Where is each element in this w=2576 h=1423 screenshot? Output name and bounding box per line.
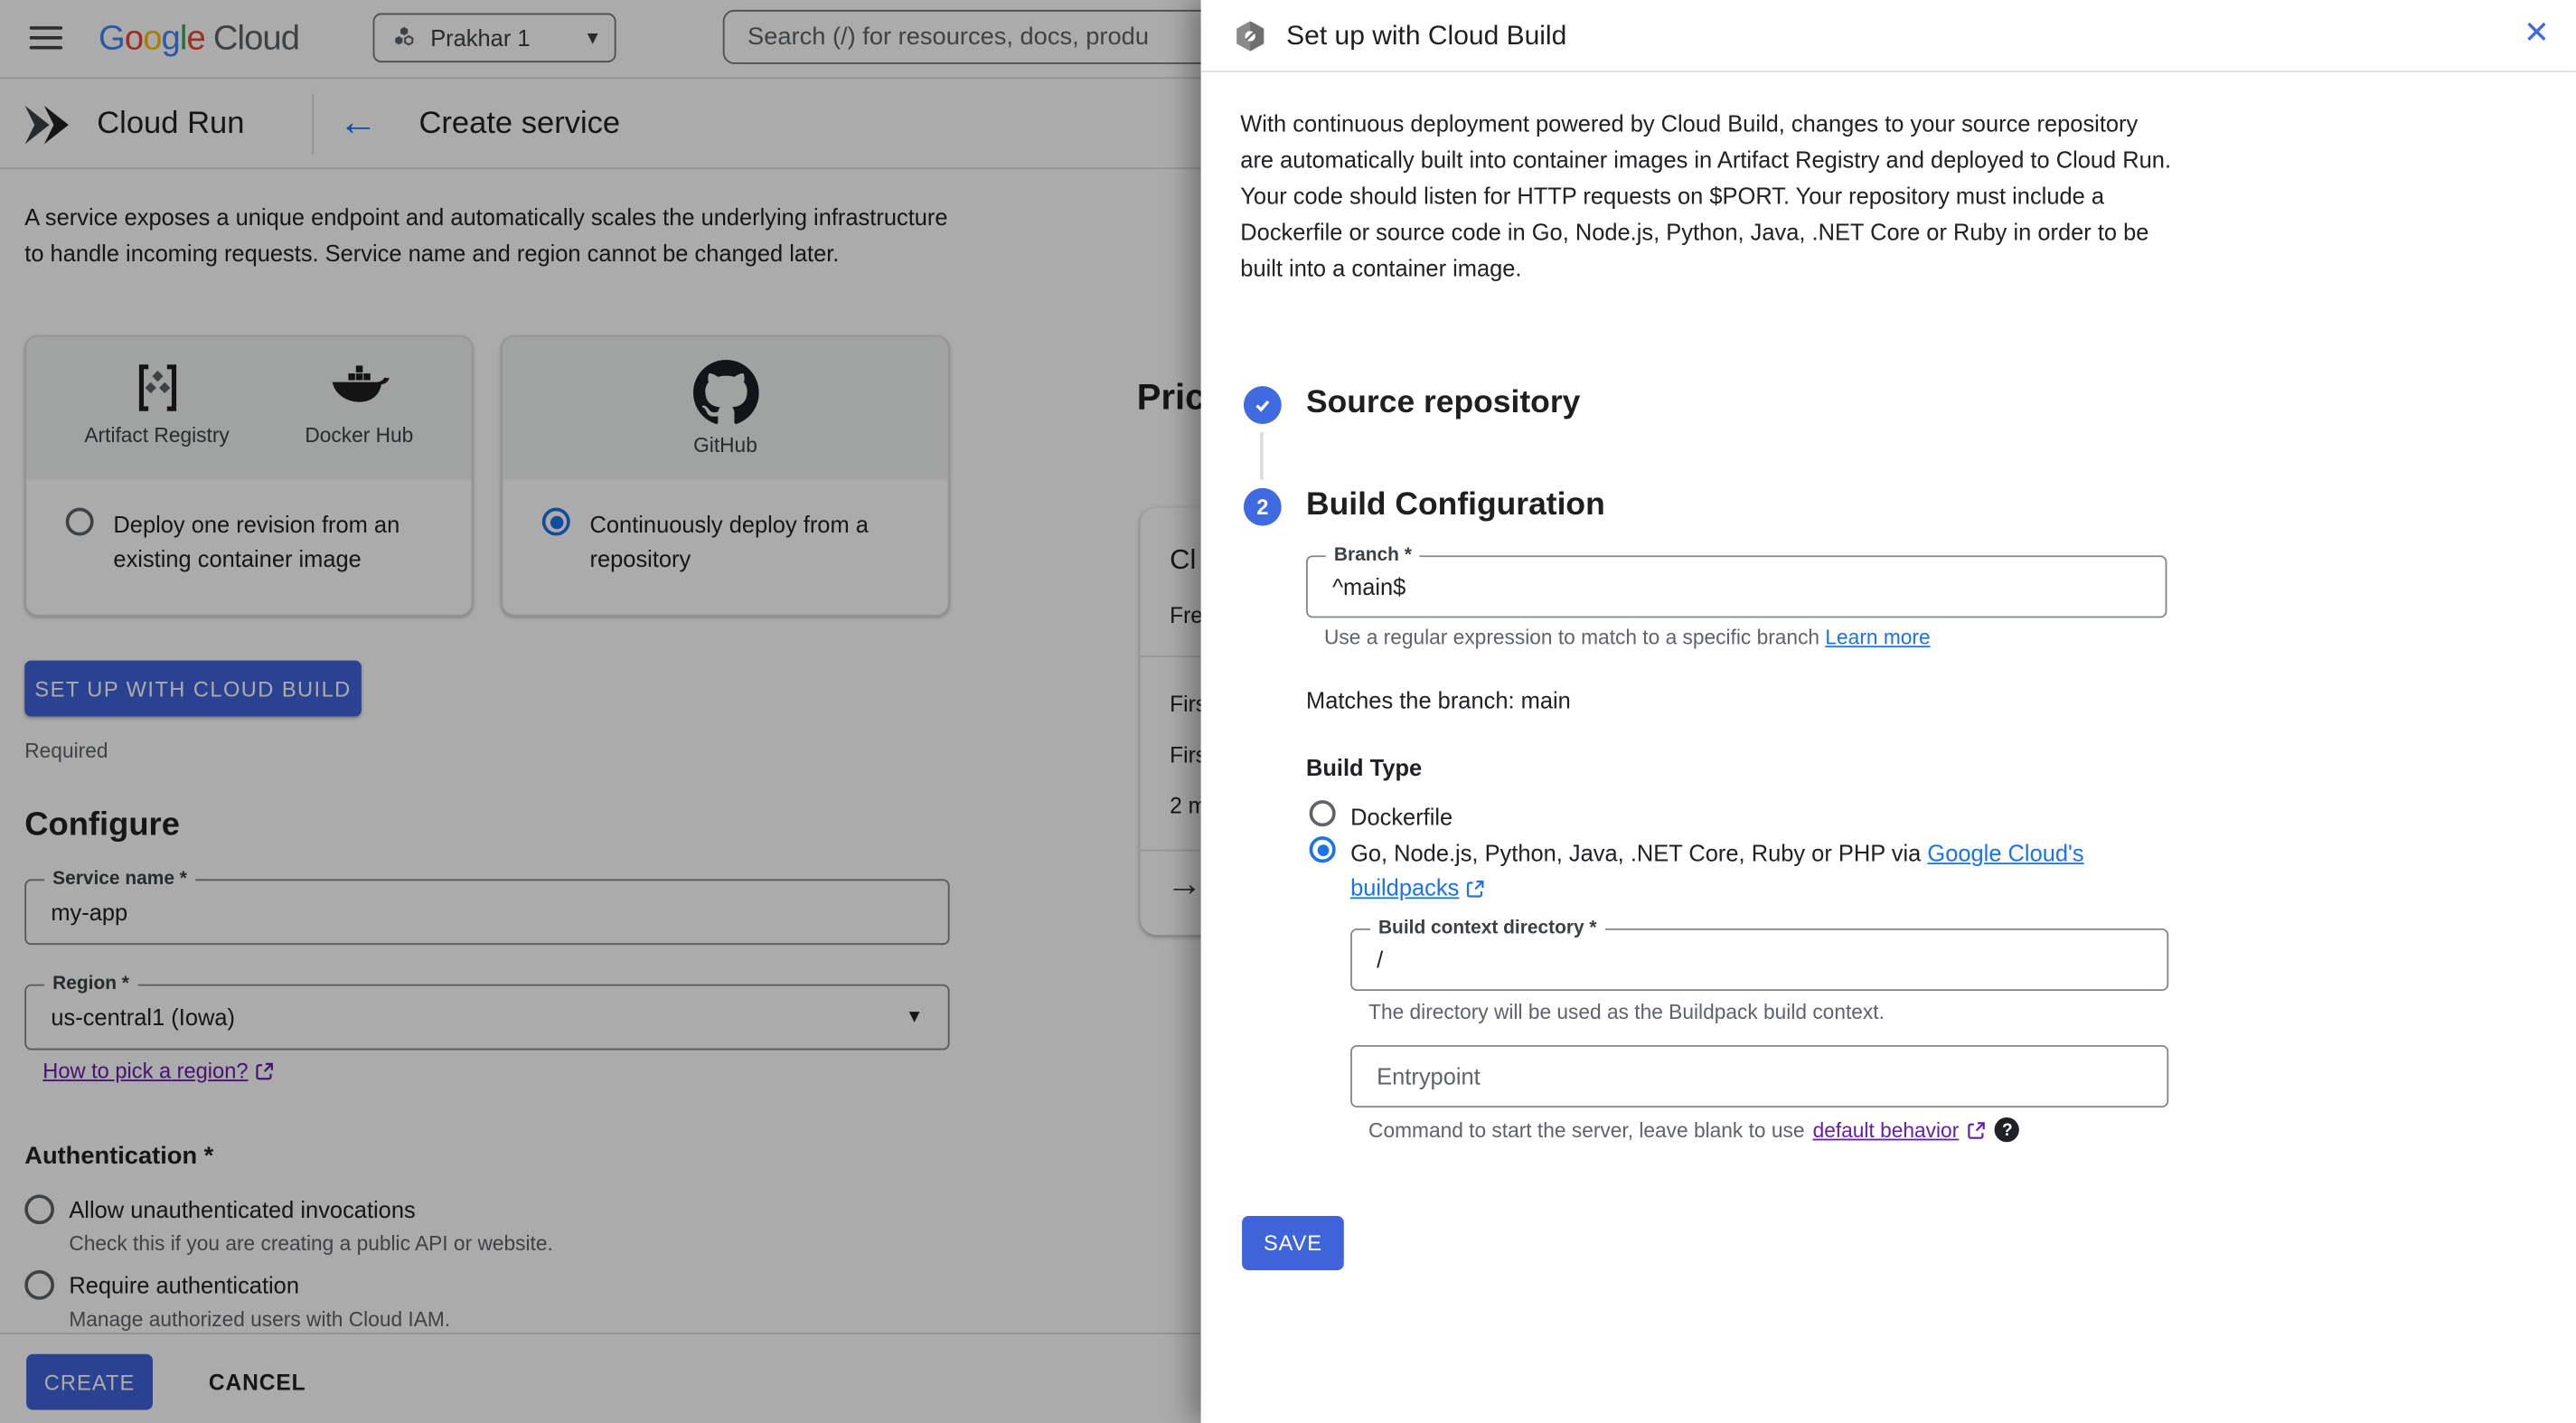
dockerfile-label: Dockerfile bbox=[1350, 803, 1453, 830]
branch-match-note: Matches the branch: main bbox=[1305, 686, 1571, 713]
step1-check-circle[interactable] bbox=[1243, 386, 1282, 424]
panel-header: Set up with Cloud Build ✕ bbox=[1200, 0, 2576, 72]
buildpacks-option[interactable]: Go, Node.js, Python, Java, .NET Core, Ru… bbox=[1309, 836, 2084, 871]
step2-number-circle[interactable]: 2 bbox=[1243, 487, 1282, 526]
panel-title: Set up with Cloud Build bbox=[1286, 21, 1567, 52]
branch-helper-text: Use a regular expression to match to a s… bbox=[1323, 626, 1820, 649]
buildpacks-label: Go, Node.js, Python, Java, .NET Core, Ru… bbox=[1350, 836, 2084, 871]
step1-title: Source repository bbox=[1305, 384, 1581, 421]
save-button[interactable]: SAVE bbox=[1242, 1216, 1344, 1271]
help-icon[interactable]: ? bbox=[1995, 1117, 2020, 1143]
learn-more-link[interactable]: Learn more bbox=[1825, 627, 1930, 649]
buildpacks-link[interactable]: Google Cloud's bbox=[1927, 840, 2083, 866]
close-icon[interactable]: ✕ bbox=[2524, 0, 2550, 72]
entrypoint-helper-text: Command to start the server, leave blank… bbox=[1368, 1117, 1805, 1142]
buildpacks-radio[interactable] bbox=[1309, 836, 1336, 863]
branch-helper: Use a regular expression to match to a s… bbox=[1324, 627, 1931, 649]
cloud-build-icon bbox=[1236, 21, 1264, 52]
external-link-icon bbox=[1467, 880, 1484, 897]
entrypoint-helper: Command to start the server, leave blank… bbox=[1368, 1117, 2020, 1143]
panel-description-p2: Your code should listen for HTTP request… bbox=[1240, 182, 2149, 281]
panel-description: With continuous deployment powered by Cl… bbox=[1240, 105, 2173, 286]
build-context-input[interactable] bbox=[1351, 929, 2167, 990]
build-context-field: Build context directory * bbox=[1350, 917, 2169, 992]
step2-number: 2 bbox=[1256, 495, 1269, 520]
step2-title: Build Configuration bbox=[1305, 486, 1605, 523]
build-type-heading: Build Type bbox=[1305, 754, 1423, 781]
branch-input[interactable] bbox=[1307, 557, 2166, 617]
branch-field: Branch * bbox=[1305, 543, 2167, 618]
buildpacks-prefix: Go, Node.js, Python, Java, .NET Core, Ru… bbox=[1350, 839, 1922, 866]
cloud-build-setup-panel: Set up with Cloud Build ✕ With continuou… bbox=[1200, 0, 2576, 1423]
buildpacks-link[interactable]: buildpacks bbox=[1350, 871, 1459, 905]
default-behavior-link[interactable]: default behavior bbox=[1813, 1118, 1960, 1141]
panel-description-p1: With continuous deployment powered by Cl… bbox=[1240, 109, 2172, 173]
dockerfile-radio[interactable] bbox=[1309, 800, 1336, 827]
check-icon bbox=[1255, 400, 1270, 412]
entrypoint-field bbox=[1350, 1044, 2169, 1108]
gcp-console: GoogleCloud Prakhar 1 ▾ Cloud Run ← Crea… bbox=[0, 0, 2576, 1423]
entrypoint-input[interactable] bbox=[1351, 1046, 2167, 1107]
buildpacks-link-line2[interactable]: buildpacks bbox=[1350, 871, 1485, 905]
external-link-icon bbox=[1968, 1121, 1986, 1138]
step-connector bbox=[1260, 432, 1264, 480]
build-context-helper: The directory will be used as the Buildp… bbox=[1368, 1000, 1885, 1024]
dockerfile-option[interactable]: Dockerfile bbox=[1309, 800, 1453, 834]
modal-scrim bbox=[0, 0, 1201, 1423]
